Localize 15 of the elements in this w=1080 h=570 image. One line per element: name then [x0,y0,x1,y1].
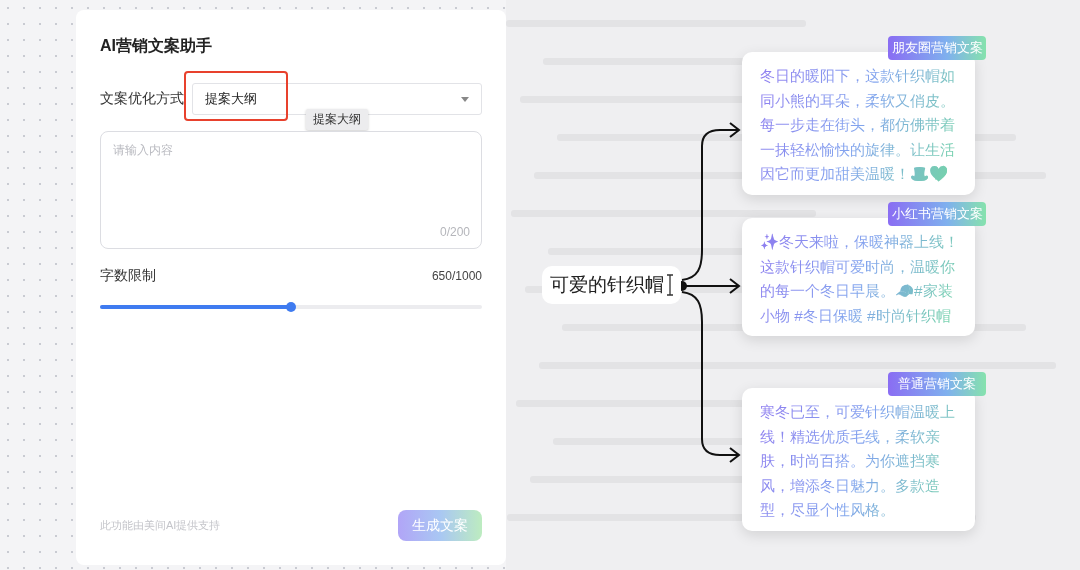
limit-label: 字数限制 [100,267,156,285]
copy-type-tag: 小红书营销文案 [888,202,986,226]
limit-reading: 650/1000 [431,269,482,283]
slider-handle[interactable] [286,302,296,312]
node-label: 可爱的针织帽 [550,273,664,297]
limit-slider[interactable] [100,305,482,309]
copy-type-tag: 普通营销文案 [888,372,986,396]
copy-type-tag: 朋友圈营销文案 [888,36,986,60]
field-label: 文案优化方式 [100,90,184,108]
caret-icon [461,96,469,102]
tooltip: 提案大纲 [306,109,368,130]
root-node[interactable]: 可爱的针织帽 [542,266,681,304]
panel-title: AI营销文案助手 [100,36,213,56]
text-cursor-icon [667,274,673,296]
char-counter: 0/200 [439,225,470,239]
